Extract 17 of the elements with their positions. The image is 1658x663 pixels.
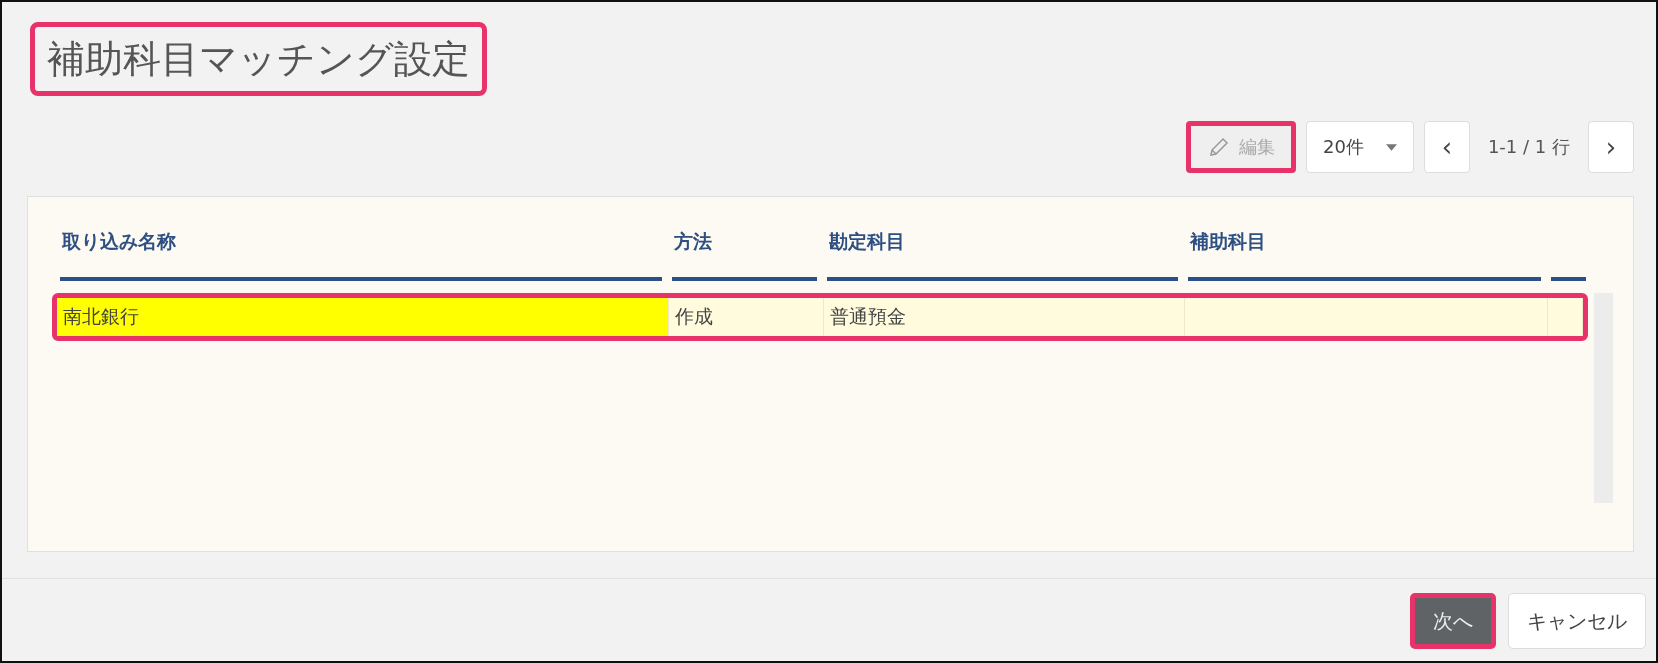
page-range: 1-1 / 1 行 xyxy=(1486,135,1571,159)
column-header: 補助科目 xyxy=(1188,225,1541,281)
next-page-button[interactable]: › xyxy=(1588,121,1634,173)
table-cell: 作成 xyxy=(669,298,824,336)
next-button[interactable]: 次へ xyxy=(1410,593,1496,649)
previous-page-button[interactable]: ‹ xyxy=(1423,121,1470,173)
column-header: 方法 xyxy=(672,225,817,281)
caret-icon xyxy=(1385,143,1397,151)
column-header: 取り込み名称 xyxy=(60,225,662,281)
column-header: 勘定科目 xyxy=(827,225,1178,281)
page-title: 補助科目マッチング設定 xyxy=(30,22,487,96)
pencil-icon xyxy=(1207,135,1231,159)
cancel-button[interactable]: キャンセル xyxy=(1508,593,1646,649)
table-cell: 南北銀行 xyxy=(57,298,669,336)
table-cell: 普通預金 xyxy=(824,298,1185,336)
page-size-dropdown[interactable]: 20件 xyxy=(1306,121,1414,173)
table-row[interactable]: 南北銀行 作成 普通預金 xyxy=(52,293,1588,341)
